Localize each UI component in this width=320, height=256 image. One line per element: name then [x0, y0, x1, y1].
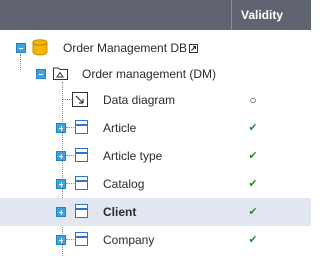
entity-icon [75, 204, 88, 218]
tree-row-database[interactable]: Order Management DB [0, 34, 311, 62]
valid-check-icon: ✔ [248, 206, 258, 218]
model-folder-icon [53, 67, 68, 80]
tree-item-label: Catalog [103, 177, 145, 191]
expand-toggle[interactable] [56, 151, 66, 161]
database-icon [32, 39, 48, 56]
name-column-header[interactable] [0, 0, 231, 30]
tree-row-article[interactable]: Article ✔ [0, 114, 311, 142]
tree-row-company[interactable]: Company ✔ [0, 226, 311, 254]
tree-row-client[interactable]: Client ✔ [0, 198, 311, 226]
tree-row-catalog[interactable]: Catalog ✔ [0, 170, 311, 198]
tree-item-label: Client [103, 205, 137, 219]
column-divider[interactable] [231, 0, 232, 30]
collapse-toggle[interactable] [36, 69, 46, 79]
tree-item-label: Article [103, 121, 137, 135]
expand-toggle[interactable] [56, 179, 66, 189]
external-link-icon [189, 44, 198, 53]
valid-check-icon: ✔ [248, 234, 258, 246]
entity-icon [75, 148, 88, 162]
valid-check-icon: ✔ [248, 122, 258, 134]
tree-item-label: Order Management DB [63, 41, 188, 55]
tree-row-model[interactable]: Order management (DM) [0, 60, 311, 88]
entity-icon [75, 120, 88, 134]
diagram-icon [72, 92, 88, 107]
entity-icon [75, 232, 88, 246]
expand-toggle[interactable] [56, 123, 66, 133]
tree-item-label: Order management (DM) [82, 67, 217, 81]
tree-header: Validity [0, 0, 311, 30]
collapse-toggle[interactable] [16, 43, 26, 53]
tree-item-label: Article type [103, 149, 163, 163]
entity-icon [75, 176, 88, 190]
tree-item-label: Data diagram [103, 93, 176, 107]
valid-check-icon: ✔ [248, 150, 258, 162]
validity-empty-icon: ○ [249, 93, 257, 107]
valid-check-icon: ✔ [248, 178, 258, 190]
expand-toggle[interactable] [56, 235, 66, 245]
tree-row-article-type[interactable]: Article type ✔ [0, 142, 311, 170]
tree-row-data-diagram[interactable]: Data diagram ○ [0, 86, 311, 114]
validity-column-header[interactable]: Validity [241, 0, 283, 30]
expand-toggle[interactable] [56, 207, 66, 217]
tree-item-label: Company [103, 233, 155, 247]
